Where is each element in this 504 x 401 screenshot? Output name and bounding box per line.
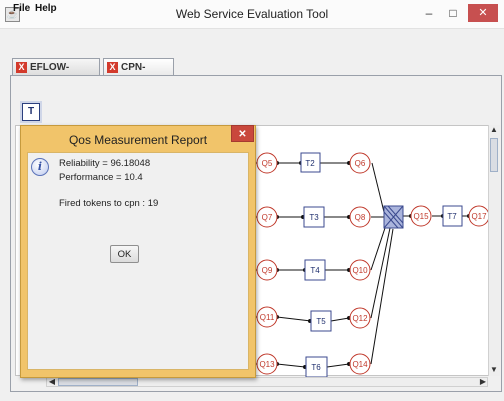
place-label: Q11 — [260, 313, 275, 322]
ok-button[interactable]: OK — [110, 245, 139, 263]
place-label: Q13 — [259, 360, 275, 369]
vertical-scroll-thumb[interactable] — [490, 138, 498, 172]
transition-label: T6 — [311, 363, 321, 372]
place-label: Q17 — [471, 212, 487, 221]
place-label: Q6 — [355, 159, 366, 168]
transition-label: T2 — [305, 159, 315, 168]
scroll-left-icon[interactable]: ◀ — [47, 377, 57, 387]
dialog-title: Qos Measurement Report — [68, 133, 208, 147]
transition-label: T7 — [447, 212, 457, 221]
place-label: Q10 — [352, 266, 368, 275]
scroll-down-icon[interactable]: ▼ — [489, 365, 499, 375]
transition-label: T3 — [309, 213, 319, 222]
place-label: Q15 — [413, 212, 429, 221]
info-icon: i — [31, 158, 49, 176]
scroll-up-icon[interactable]: ▲ — [489, 125, 499, 135]
place-label: Q12 — [352, 314, 368, 323]
reliability-text: Reliability = 96.18048 — [59, 158, 151, 169]
scroll-right-icon[interactable]: ▶ — [478, 377, 488, 387]
place-label: Q7 — [262, 213, 273, 222]
dialog-close-button[interactable]: ✕ — [231, 125, 254, 142]
transition-label: T4 — [310, 266, 320, 275]
performance-text: Performance = 10.4 — [59, 172, 143, 183]
place-label: Q9 — [262, 266, 273, 275]
place-label: Q8 — [355, 213, 366, 222]
place-label: Q5 — [262, 159, 273, 168]
transition-label: T5 — [316, 317, 326, 326]
horizontal-scroll-thumb[interactable] — [58, 378, 138, 386]
fired-tokens-text: Fired tokens to cpn : 19 — [59, 198, 159, 209]
place-label: Q14 — [352, 360, 368, 369]
